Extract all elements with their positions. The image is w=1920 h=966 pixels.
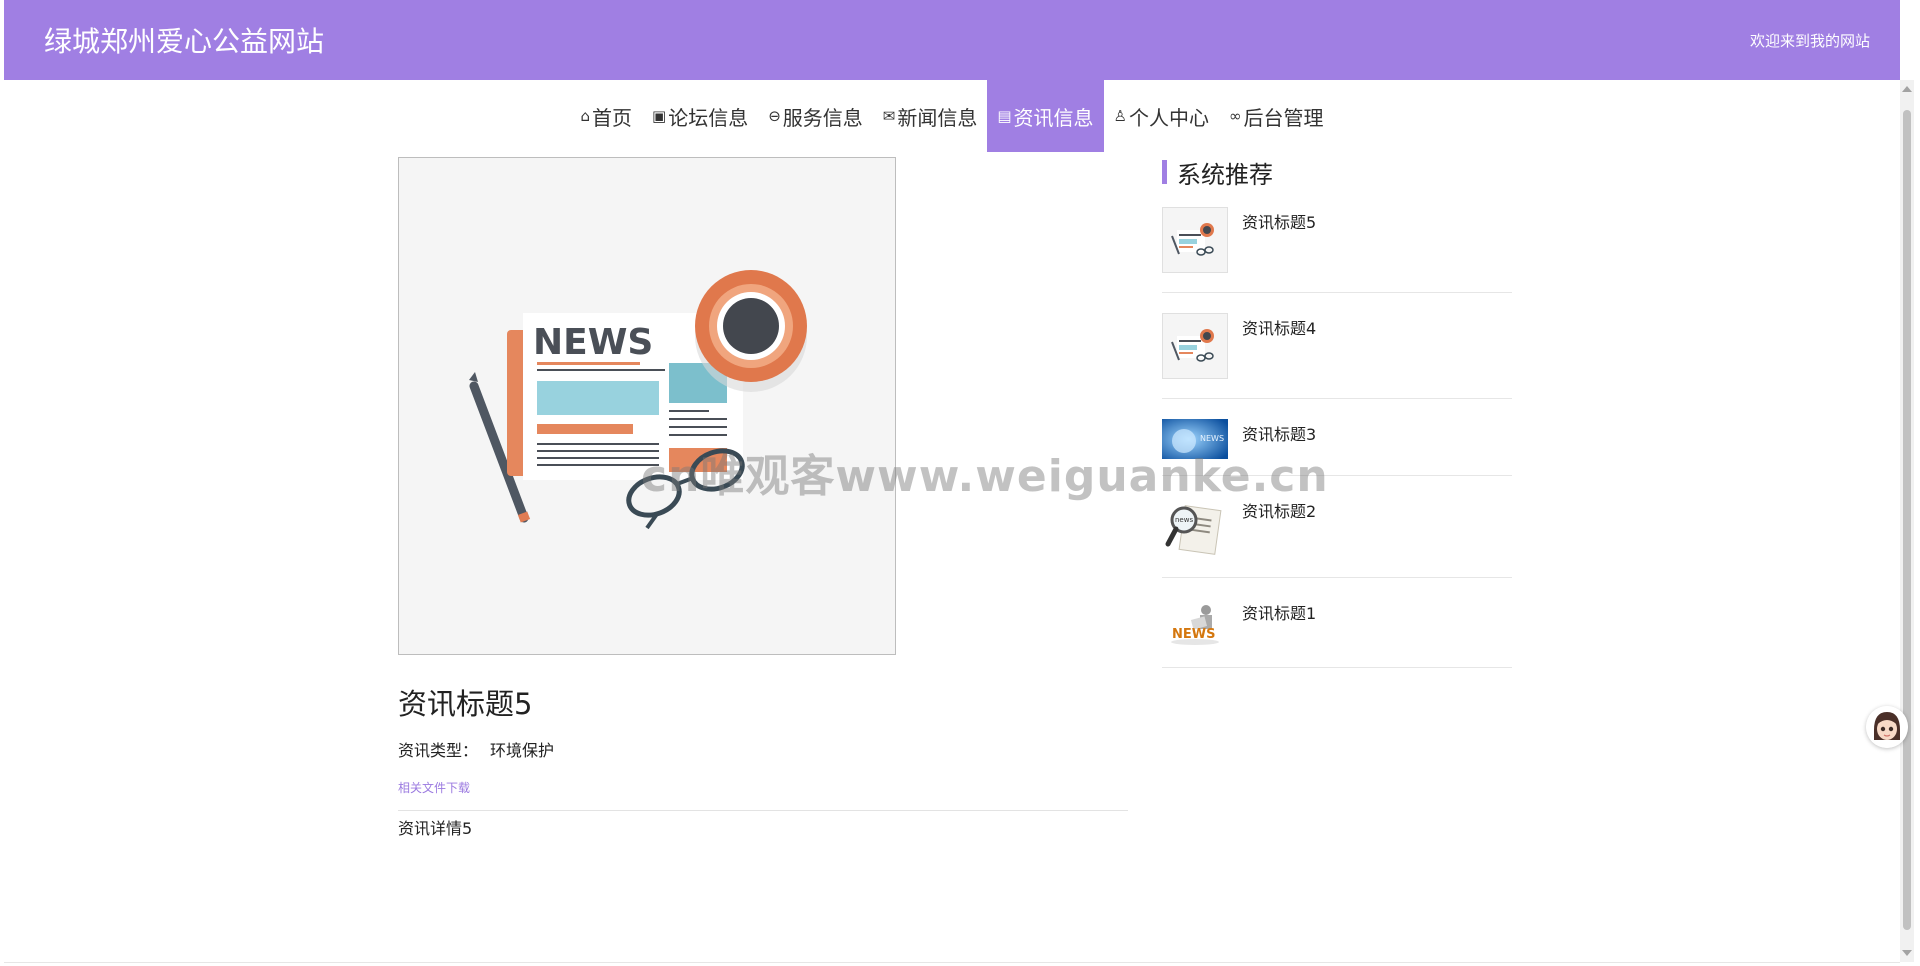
recommend-thumb: news <box>1162 496 1228 562</box>
news-text: NEWS <box>533 322 653 363</box>
news-icon: ▤ <box>997 107 1012 125</box>
nav-item-label: 后台管理 <box>1243 105 1324 130</box>
nav-item-forum[interactable]: ▣ 论坛信息 <box>642 80 758 152</box>
recommend-item-title: 资讯标题5 <box>1242 213 1317 232</box>
service-icon: ⊖ <box>768 107 781 125</box>
page-scrollbar[interactable] <box>1900 80 1914 962</box>
forum-icon: ▣ <box>652 107 667 125</box>
nav-item-label: 资讯信息 <box>1013 105 1094 130</box>
assistant-avatar-button[interactable] <box>1866 706 1908 748</box>
sidebar-title-marker <box>1162 160 1167 184</box>
home-icon: ⌂ <box>580 107 591 125</box>
scroll-down-icon[interactable] <box>1902 950 1912 956</box>
nav-item-news[interactable]: ✉ 新闻信息 <box>873 80 988 152</box>
file-download-link[interactable]: 相关文件下载 <box>398 779 470 796</box>
article-title: 资讯标题5 <box>398 687 533 721</box>
recommend-thumb <box>1162 313 1228 379</box>
site-title[interactable]: 绿城郑州爱心公益网站 <box>44 20 324 60</box>
recommend-item[interactable]: 资讯标题5 <box>1162 207 1512 293</box>
nav-item-label: 个人中心 <box>1129 105 1209 130</box>
recommend-thumb <box>1162 207 1228 273</box>
nav-item-service[interactable]: ⊖ 服务信息 <box>758 80 873 152</box>
scroll-up-icon[interactable] <box>1902 86 1912 92</box>
article-detail: 资讯详情5 <box>398 819 473 838</box>
recommend-list: 资讯标题5 资讯标题4 NEWS 资讯标题3 news 资讯标题2 NEWS 资… <box>1162 207 1512 668</box>
article-hero-image: NEWS <box>398 157 896 655</box>
svg-text:news: news <box>1175 516 1193 524</box>
recommend-item-title: 资讯标题2 <box>1242 502 1317 521</box>
nav-item-label: 服务信息 <box>782 105 863 130</box>
nav-item-admin[interactable]: ∞ 后台管理 <box>1219 80 1334 152</box>
assistant-avatar-icon <box>1866 706 1908 748</box>
newspaper-thumb-icon <box>1163 208 1227 272</box>
magnifier-newspaper-icon: news <box>1162 496 1228 560</box>
recommend-sidebar: 系统推荐 资讯标题5 资讯标题4 NEWS 资讯标题3 news 资讯标题2 N… <box>1162 157 1512 668</box>
divider <box>398 810 1128 811</box>
recommend-item[interactable]: NEWS 资讯标题1 <box>1162 578 1512 668</box>
recommend-item-title: 资讯标题1 <box>1242 604 1317 623</box>
nav-item-home[interactable]: ⌂ 首页 <box>570 80 642 152</box>
nav-item-info[interactable]: ▤ 资讯信息 <box>987 80 1104 152</box>
recommend-item[interactable]: 资讯标题4 <box>1162 293 1512 399</box>
news-3d-figure-icon: NEWS <box>1162 598 1228 662</box>
nav-item-label: 首页 <box>592 105 633 130</box>
recommend-thumb: NEWS <box>1162 598 1228 664</box>
scroll-thumb[interactable] <box>1903 110 1911 930</box>
mail-icon: ✉ <box>882 107 896 125</box>
sidebar-title: 系统推荐 <box>1177 160 1273 189</box>
main-nav: ⌂ 首页 ▣ 论坛信息 ⊖ 服务信息 ✉ 新闻信息 ▤ 资讯信息 ♙ 个人中心 … <box>4 80 1900 152</box>
link-icon: ∞ <box>1229 107 1242 125</box>
nav-item-label: 论坛信息 <box>668 105 749 130</box>
nav-item-label: 新闻信息 <box>897 105 978 130</box>
article-type-value: 环境保护 <box>490 741 555 760</box>
watermark-text: cn唯观客www.weiguanke.cn <box>641 451 1329 502</box>
article-type: 资讯类型： 环境保护 <box>398 737 1132 761</box>
page: 绿城郑州爱心公益网站 欢迎来到我的网站 ⌂ 首页 ▣ 论坛信息 ⊖ 服务信息 ✉… <box>4 0 1900 963</box>
recommend-item-title: 资讯标题4 <box>1242 319 1317 338</box>
site-header: 绿城郑州爱心公益网站 欢迎来到我的网站 <box>4 0 1900 80</box>
nav-item-user-center[interactable]: ♙ 个人中心 <box>1104 80 1219 152</box>
welcome-text: 欢迎来到我的网站 <box>1749 32 1870 50</box>
newspaper-illustration: NEWS <box>469 270 807 530</box>
article-type-label: 资讯类型： <box>398 741 479 760</box>
newspaper-thumb-icon <box>1163 314 1227 378</box>
sidebar-header: 系统推荐 <box>1162 157 1512 189</box>
user-icon: ♙ <box>1113 107 1127 125</box>
